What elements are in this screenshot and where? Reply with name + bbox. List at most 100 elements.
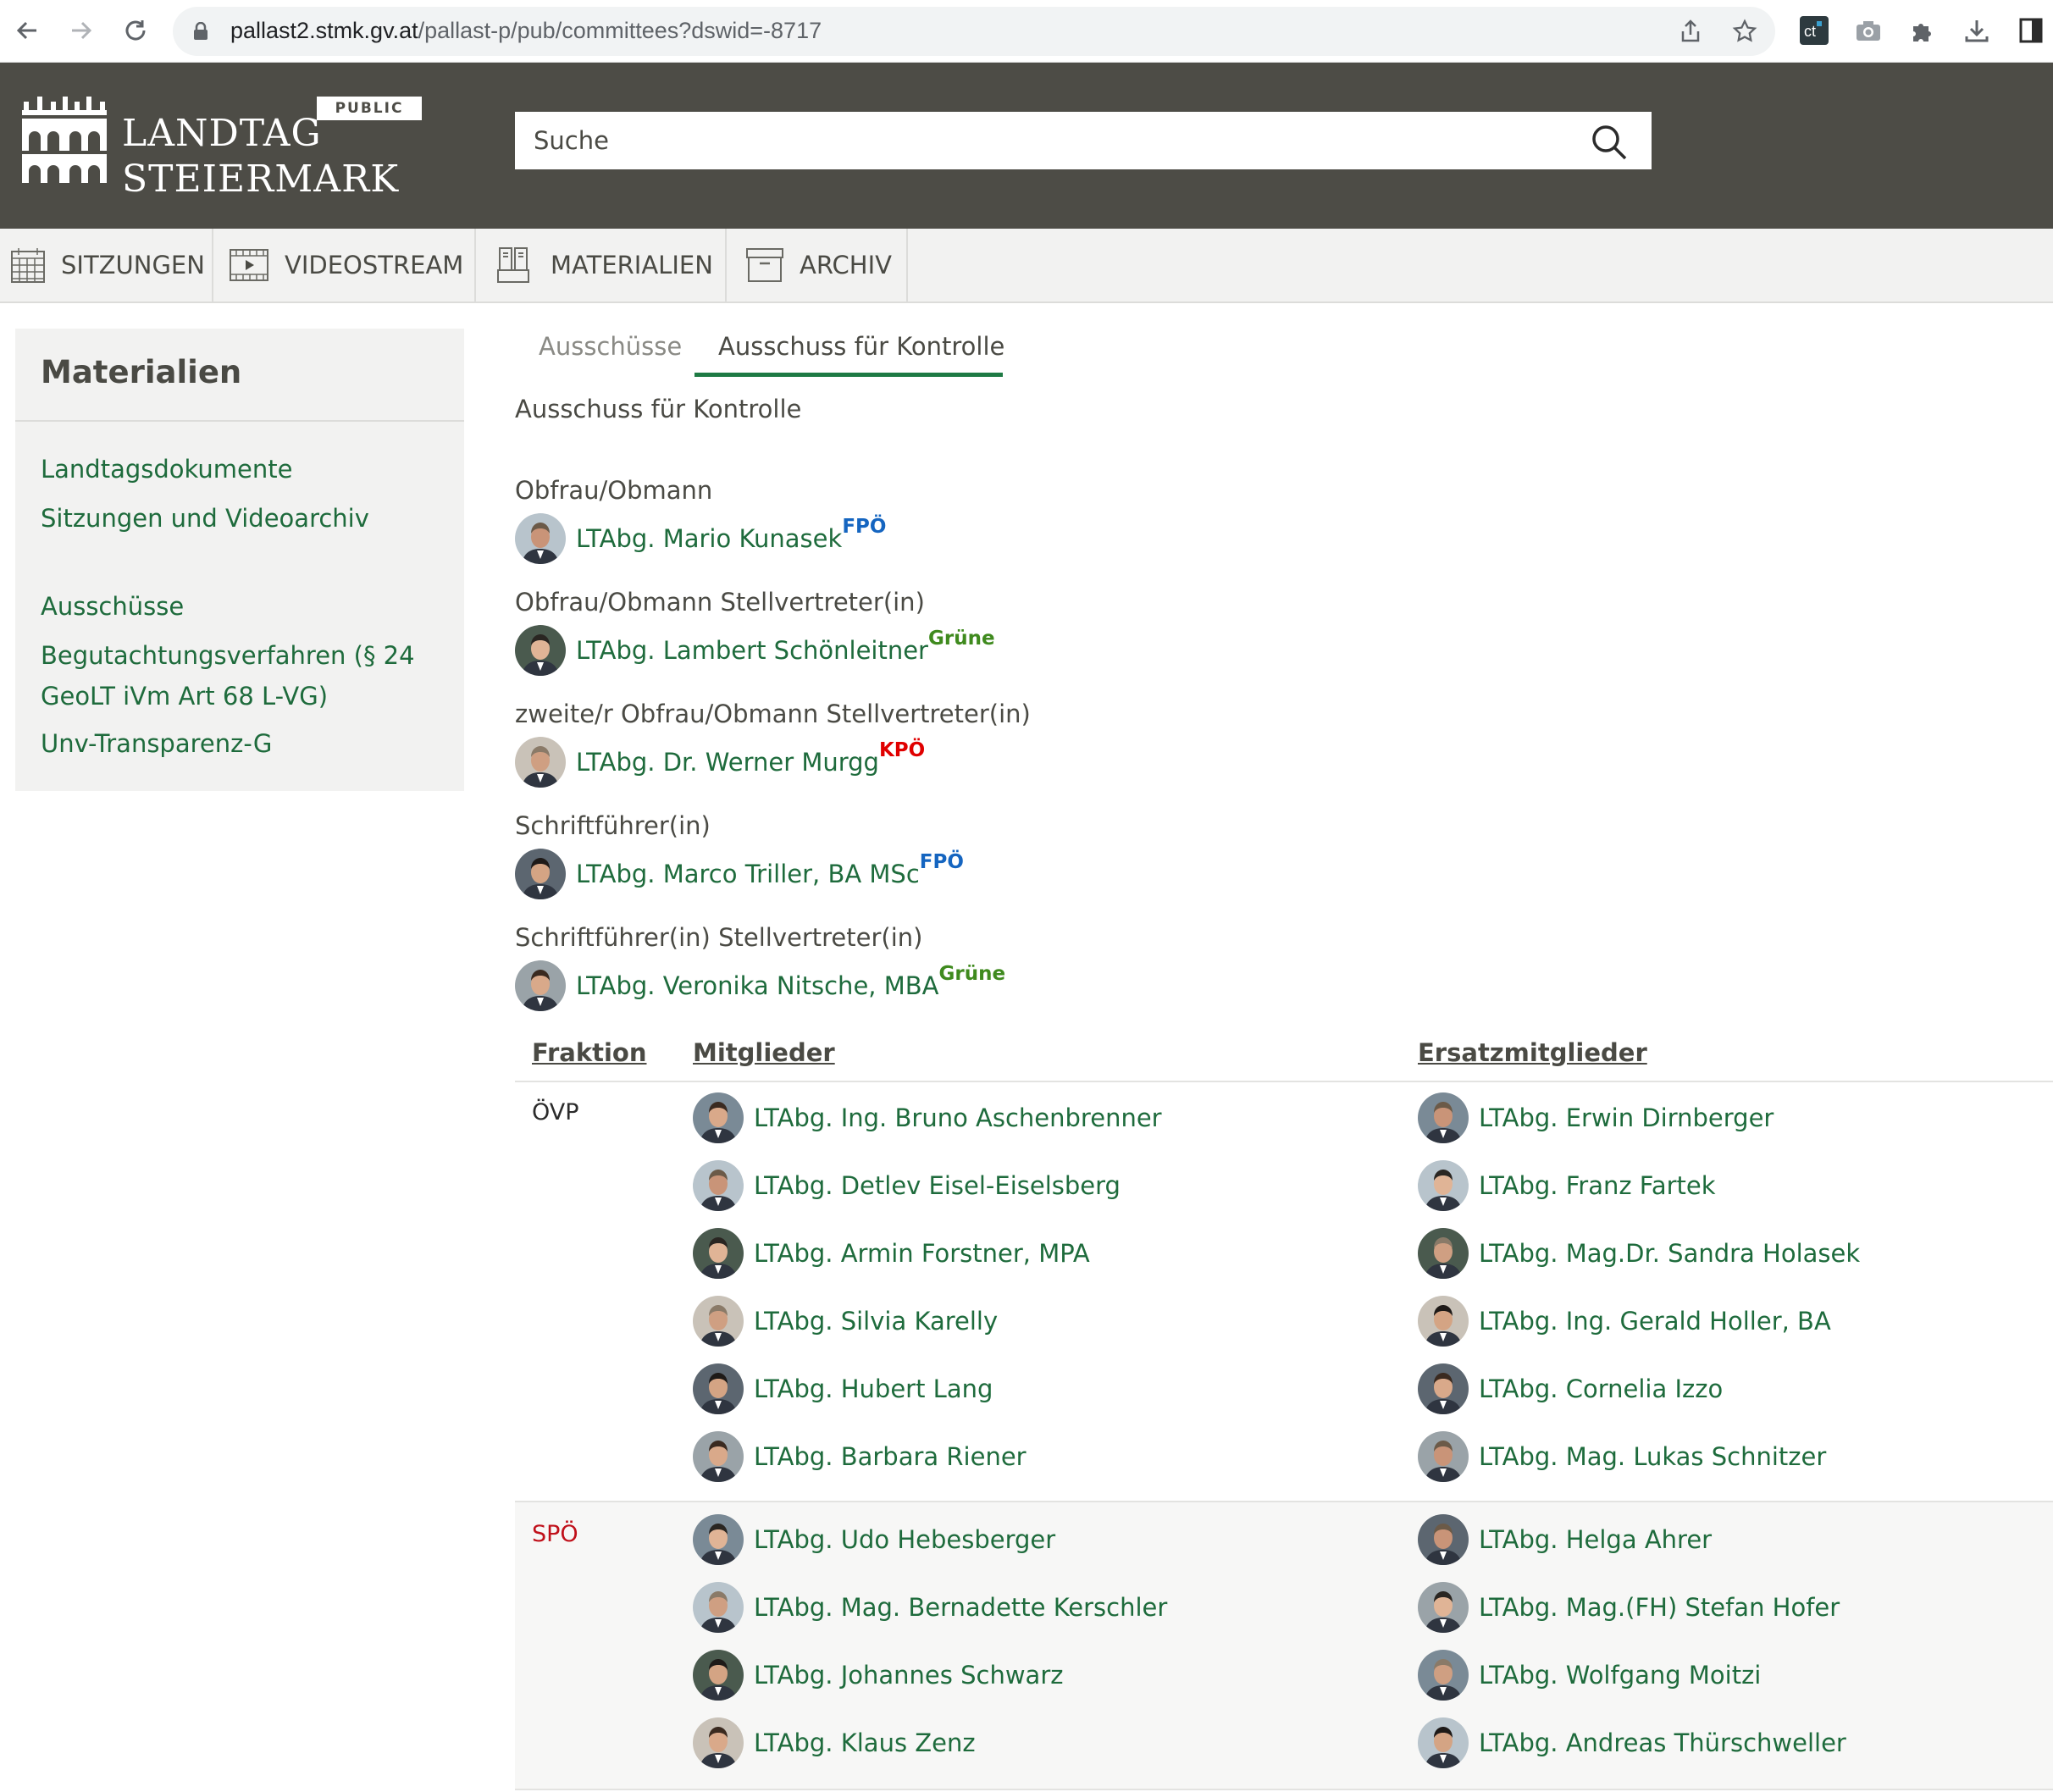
sidebar: Materialien Landtagsdokumente Sitzungen …: [15, 329, 464, 791]
member-link[interactable]: LTAbg. Hubert Lang: [754, 1374, 993, 1403]
member-entry: LTAbg. Silvia Karelly: [693, 1296, 998, 1347]
calendar-icon: [11, 248, 45, 283]
member-link[interactable]: LTAbg. Cornelia Izzo: [1479, 1374, 1723, 1403]
back-icon[interactable]: [8, 12, 46, 49]
logo-text-steiermark: STEIERMARK: [122, 158, 400, 201]
sidebar-link-begutachtungsverfahren[interactable]: Begutachtungsverfahren (§ 24 GeoLT iVm A…: [41, 635, 447, 716]
role-member: LTAbg. Lambert Schönleitner Grüne: [515, 625, 995, 676]
member-link[interactable]: LTAbg. Barbara Riener: [754, 1442, 1026, 1471]
member-link[interactable]: LTAbg. Andreas Thürschweller: [1479, 1728, 1846, 1757]
search-icon[interactable]: [1591, 124, 1628, 161]
tab-ausschuesse[interactable]: Ausschüsse: [539, 332, 682, 361]
member-entry: LTAbg. Mag. Bernadette Kerschler: [693, 1582, 1167, 1633]
member-link[interactable]: LTAbg. Franz Fartek: [1479, 1171, 1716, 1200]
role-member: LTAbg. Mario Kunasek FPÖ: [515, 513, 886, 564]
forward-icon[interactable]: [63, 12, 100, 49]
member-link[interactable]: LTAbg. Johannes Schwarz: [754, 1661, 1063, 1690]
nav-sitzungen[interactable]: SITZUNGEN: [0, 229, 213, 301]
member-link[interactable]: LTAbg. Detlev Eisel-Eiselsberg: [754, 1171, 1121, 1200]
active-tab-indicator: [694, 373, 1003, 377]
member-link[interactable]: LTAbg. Helga Ahrer: [1479, 1525, 1712, 1554]
fraktion-label: ÖVP: [532, 1099, 579, 1126]
avatar: [693, 1717, 744, 1768]
avatar: [1418, 1582, 1469, 1633]
avatar: [515, 513, 566, 564]
member-link[interactable]: LTAbg. Silvia Karelly: [754, 1307, 998, 1336]
sidebar-link-ausschuesse[interactable]: Ausschüsse: [41, 586, 447, 627]
member-entry: LTAbg. Armin Forstner, MPA: [693, 1228, 1090, 1279]
camera-icon[interactable]: [1850, 12, 1887, 49]
avatar: [693, 1092, 744, 1143]
substitute-entry: LTAbg. Erwin Dirnberger: [1418, 1092, 1774, 1143]
role-member: LTAbg. Veronika Nitsche, MBA Grüne: [515, 960, 1005, 1011]
member-link[interactable]: LTAbg. Udo Hebesberger: [754, 1525, 1055, 1554]
logo-text-landtag: LANDTAG: [122, 112, 322, 155]
member-link[interactable]: LTAbg. Armin Forstner, MPA: [754, 1239, 1090, 1268]
nav-videostream[interactable]: VIDEOSTREAM: [213, 229, 476, 301]
substitute-entry: LTAbg. Ing. Gerald Holler, BA: [1418, 1296, 1831, 1347]
browser-toolbar: pallast2.stmk.gv.at/pallast-p/pub/commit…: [0, 0, 2053, 63]
avatar: [515, 625, 566, 676]
member-link[interactable]: LTAbg. Klaus Zenz: [754, 1728, 976, 1757]
role-label: Obfrau/Obmann Stellvertreter(in): [515, 588, 925, 617]
member-link[interactable]: LTAbg. Dr. Werner Murgg: [576, 748, 879, 777]
column-header-fraktion[interactable]: Fraktion: [532, 1038, 646, 1067]
role-label: Obfrau/Obmann: [515, 476, 713, 505]
nav-materialien[interactable]: MATERIALIEN: [476, 229, 727, 301]
sidebar-link-unv-transparenz[interactable]: Unv-Transparenz-G: [41, 723, 447, 764]
avatar: [1418, 1431, 1469, 1482]
member-link[interactable]: LTAbg. Ing. Gerald Holler, BA: [1479, 1307, 1831, 1336]
extensions-puzzle-icon[interactable]: [1904, 12, 1941, 49]
member-link[interactable]: LTAbg. Wolfgang Moitzi: [1479, 1661, 1761, 1690]
substitute-entry: LTAbg. Mag. Lukas Schnitzer: [1418, 1431, 1826, 1482]
role-label: zweite/r Obfrau/Obmann Stellvertreter(in…: [515, 700, 1031, 728]
tab-ausschuss-kontrolle[interactable]: Ausschuss für Kontrolle: [718, 332, 1004, 361]
avatar: [515, 849, 566, 899]
member-link[interactable]: LTAbg. Ing. Bruno Aschenbrenner: [754, 1103, 1162, 1132]
member-link[interactable]: LTAbg. Mag. Lukas Schnitzer: [1479, 1442, 1826, 1471]
address-bar[interactable]: pallast2.stmk.gv.at/pallast-p/pub/commit…: [173, 7, 1775, 56]
sidebar-link-landtagsdokumente[interactable]: Landtagsdokumente: [41, 449, 447, 489]
avatar: [515, 960, 566, 1011]
substitute-entry: LTAbg. Mag.Dr. Sandra Holasek: [1418, 1228, 1860, 1279]
substitute-entry: LTAbg. Franz Fartek: [1418, 1160, 1716, 1211]
reload-icon[interactable]: [117, 12, 154, 49]
download-icon[interactable]: [1958, 12, 1995, 49]
member-link[interactable]: LTAbg. Erwin Dirnberger: [1479, 1103, 1774, 1132]
member-entry: LTAbg. Barbara Riener: [693, 1431, 1026, 1482]
member-link[interactable]: LTAbg. Mag.(FH) Stefan Hofer: [1479, 1593, 1840, 1622]
lock-icon: [193, 21, 208, 44]
avatar: [693, 1650, 744, 1701]
documents-icon: [497, 247, 529, 283]
extension-ct-icon[interactable]: ct: [1796, 12, 1833, 49]
role-member: LTAbg. Dr. Werner Murgg KPÖ: [515, 737, 925, 788]
role-label: Schriftführer(in) Stellvertreter(in): [515, 923, 923, 952]
avatar: [515, 737, 566, 788]
avatar: [693, 1296, 744, 1347]
sidebar-link-sitzungen-videoarchiv[interactable]: Sitzungen und Videoarchiv: [41, 498, 447, 539]
search-input[interactable]: [515, 112, 1582, 169]
column-header-mitglieder[interactable]: Mitglieder: [693, 1038, 835, 1067]
member-link[interactable]: LTAbg. Marco Triller, BA MSc: [576, 860, 920, 888]
member-link[interactable]: LTAbg. Mag.Dr. Sandra Holasek: [1479, 1239, 1860, 1268]
role-member: LTAbg. Marco Triller, BA MSc FPÖ: [515, 849, 964, 899]
member-link[interactable]: LTAbg. Lambert Schönleitner: [576, 636, 928, 665]
bookmark-star-icon[interactable]: [1726, 13, 1763, 50]
landtag-logo[interactable]: LANDTAG STEIERMARK: [22, 93, 398, 201]
page-title: Ausschuss für Kontrolle: [515, 395, 802, 423]
avatar: [1418, 1092, 1469, 1143]
member-link[interactable]: LTAbg. Veronika Nitsche, MBA: [576, 971, 938, 1000]
share-icon[interactable]: [1672, 13, 1709, 50]
substitute-entry: LTAbg. Mag.(FH) Stefan Hofer: [1418, 1582, 1840, 1633]
main-navigation: SITZUNGEN VIDEOSTREAM MATERIALIEN ARCHIV: [0, 229, 2053, 303]
column-header-ersatzmitglieder[interactable]: Ersatzmitglieder: [1418, 1038, 1647, 1067]
sidepanel-icon[interactable]: [2012, 12, 2050, 49]
member-link[interactable]: LTAbg. Mag. Bernadette Kerschler: [754, 1593, 1167, 1622]
nav-label: SITZUNGEN: [61, 251, 205, 279]
party-label: Grüne: [938, 963, 1006, 985]
member-link[interactable]: LTAbg. Mario Kunasek: [576, 524, 842, 553]
avatar: [693, 1160, 744, 1211]
party-label: Grüne: [927, 628, 995, 650]
nav-archiv[interactable]: ARCHIV: [727, 229, 908, 301]
avatar: [1418, 1228, 1469, 1279]
